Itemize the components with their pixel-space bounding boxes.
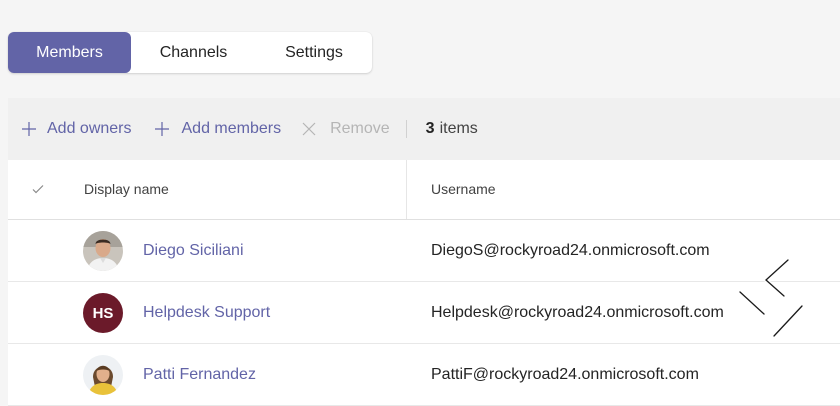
tab-members[interactable]: Members [8,32,131,73]
item-count-suffix: items [439,120,478,137]
add-owners-label: Add owners [47,120,132,137]
add-icon [21,121,37,137]
column-header-display-name[interactable]: Display name [84,160,169,219]
add-owners-button[interactable]: Add owners [21,120,132,138]
table-header: Display name Username [8,160,840,220]
member-name-link[interactable]: Patti Fernandez [143,344,256,405]
member-username: Helpdesk@rockyroad24.onmicrosoft.com [431,304,724,321]
avatar [83,355,123,395]
item-count-number: 3 [425,120,435,137]
members-table: Add owners Add members Remove 3 items Di… [8,98,840,406]
member-name-link[interactable]: Diego Siciliani [143,220,244,281]
remove-button[interactable]: Remove [301,120,390,138]
checkmark-icon[interactable] [31,182,45,199]
add-members-button[interactable]: Add members [154,120,282,138]
avatar: HS [83,293,123,333]
member-username: PattiF@rockyroad24.onmicrosoft.com [431,366,699,383]
column-header-username[interactable]: Username [431,160,496,219]
table-row[interactable]: Diego Siciliani DiegoS@rockyroad24.onmic… [8,220,840,282]
table-row[interactable]: HS Helpdesk Support Helpdesk@rockyroad24… [8,282,840,344]
add-icon [154,121,170,137]
column-divider[interactable] [406,160,407,219]
remove-label: Remove [330,120,390,137]
resize-cursor-icon [738,258,808,343]
tab-settings[interactable]: Settings [256,32,372,73]
add-members-label: Add members [181,120,282,137]
table-row[interactable]: Patti Fernandez PattiF@rockyroad24.onmic… [8,344,840,406]
command-bar: Add owners Add members Remove 3 items [8,98,840,160]
member-username: DiegoS@rockyroad24.onmicrosoft.com [431,242,710,259]
avatar-initials: HS [83,293,123,333]
tab-bar: Members Channels Settings [8,32,372,73]
tab-channels[interactable]: Channels [131,32,256,73]
item-count: 3 items [426,120,478,138]
member-name-link[interactable]: Helpdesk Support [143,282,270,343]
toolbar-divider [405,120,407,138]
avatar [83,231,123,271]
close-icon [301,121,317,137]
